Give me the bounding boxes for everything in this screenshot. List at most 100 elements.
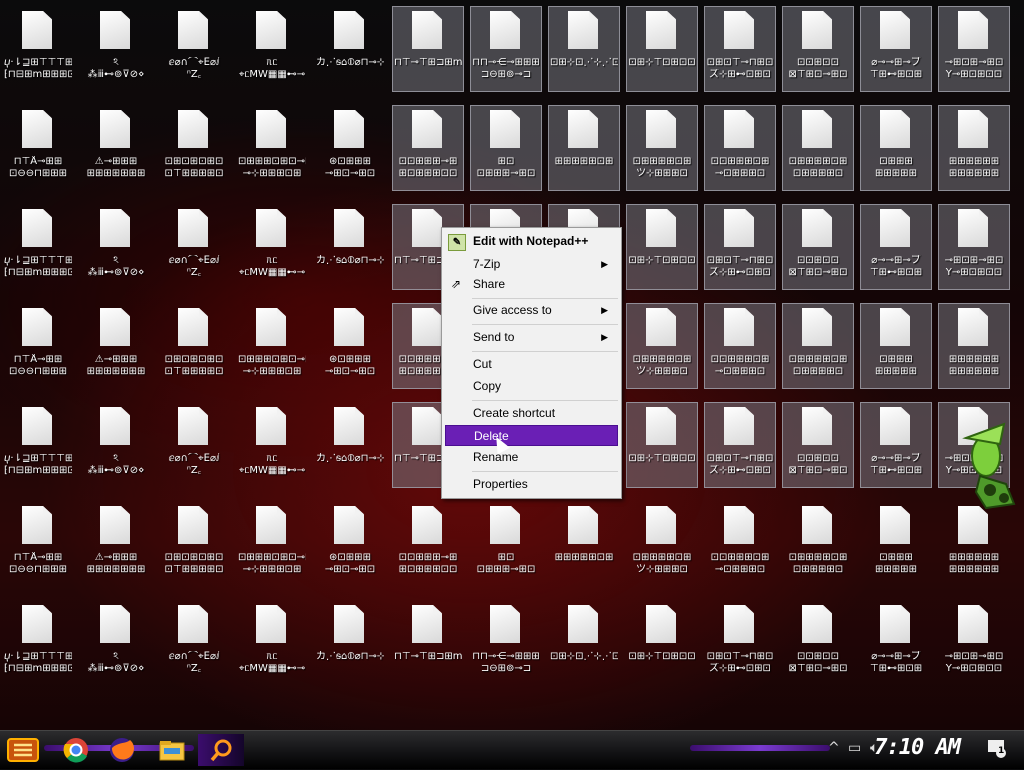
desktop-file-icon[interactable]: ⊞⊡⊡⊞⊞⊞⊸⊞⊡ bbox=[470, 105, 542, 191]
desktop-file-icon[interactable]: ⊡⊞⊹⊤⊡⊞⊡⊡ bbox=[626, 402, 698, 488]
desktop-file-icon[interactable]: ⊞⊞⊞⊞⊞⊞ ⊞⊞⊞⊞⊞⊞ bbox=[938, 105, 1010, 191]
desktop-file-icon[interactable]: ⅇ⌀∩⌒⌖ⴹ⌀ⅈ ⁿΖ꜀ bbox=[158, 204, 230, 290]
desktop-file-icon[interactable]: ঽ ⁂ⅲ⊷⊚⊽⊘⋄ bbox=[80, 6, 152, 92]
desktop-file-icon[interactable]: ⅇ⌀∩⌒⌖ⴹ⌀ⅈ ⁿΖ꜀ bbox=[158, 402, 230, 488]
desktop-file-icon[interactable]: ᥰᥴ ⌖ᥴMW▦▦⊷⊸ bbox=[236, 6, 308, 92]
chrome-icon[interactable] bbox=[60, 734, 94, 766]
desktop-file-icon[interactable]: ⊡⊞⊞⊞⊞⊡⊞ ツ⊹⊞⊞⊞⊡ bbox=[626, 501, 698, 587]
firefox-icon[interactable] bbox=[106, 734, 140, 766]
desktop-file-icon[interactable]: カ⋰ᵴ⌂⦶⌀⊓⊸⊹ bbox=[314, 204, 386, 290]
desktop-file-icon[interactable]: ⊡⊞⊞⊞ ⊞⊞⊞⊞⊞ bbox=[860, 501, 932, 587]
desktop-file-icon[interactable]: ⊓⊓⊸⋲⊸⊞⊞⊞⊐⊖⊞⊚⊸⊐ bbox=[470, 600, 542, 686]
desktop-file-icon[interactable]: ⊓⊤Å⊸⊞⊞ ⊡⊖⊖⊓⊞⊞⊞ bbox=[2, 501, 74, 587]
desktop-file-icon[interactable]: ⊡⊞⊞⊞⊞⊡⊞ ⊡⊞⊞⊞⊞⊡ bbox=[782, 501, 854, 587]
desktop-file-icon[interactable]: ⌀⊸⊸⊞⊸ブ ⊤⊞⊷⊞⊡⊞ bbox=[860, 600, 932, 686]
desktop-file-icon[interactable]: ⊡⊞⊞⊞⊡⊞⊡⊸⊞ ⊸⊹⊞⊞⊞⊡⊞ bbox=[236, 501, 308, 587]
desktop-file-icon[interactable]: ⊸⊞⊡⊞⊸⊞⊡Y⊸⊞⊡⊞⊡⊡ bbox=[938, 6, 1010, 92]
desktop-file-icon[interactable]: ⊡⊞⊡⊤⊸⊓⊞⊡ ズ⊹⊞⊷⊡⊞⊡ bbox=[704, 600, 776, 686]
desktop-file-icon[interactable]: カ⋰ᵴ⌂⦶⌀⊓⊸⊹ bbox=[314, 402, 386, 488]
desktop-file-icon[interactable]: ⊡⊞⊞⊞⊞⊡⊞ ⊡⊞⊞⊞⊞⊡ bbox=[782, 105, 854, 191]
desktop-file-icon[interactable]: ᥰᥴ ⌖ᥴMW▦▦⊷⊸ bbox=[236, 402, 308, 488]
desktop-file-icon[interactable]: ⊡⊡⊞⊞⊞⊡⊞ ⊸⊡⊞⊞⊞⊡ bbox=[704, 501, 776, 587]
desktop-file-icon[interactable]: ⌀⊸⊸⊞⊸ブ ⊤⊞⊷⊞⊡⊞ bbox=[860, 402, 932, 488]
desktop-file-icon[interactable]: ⊓⊤⊸⊤⊞⊐⊞ⅿ⊞ bbox=[392, 600, 464, 686]
desktop-file-icon[interactable]: ⊡⊡⊞⊞⊞⊡⊞ ⊸⊡⊞⊞⊞⊡ bbox=[704, 105, 776, 191]
desktop-file-icon[interactable]: ᥰᥴ ⌖ᥴMW▦▦⊷⊸ bbox=[236, 600, 308, 686]
desktop-file-icon[interactable]: ⊡⊞⊞⊞⊞⊡⊞ ⊡⊞⊞⊞⊞⊡ bbox=[782, 303, 854, 389]
start-icon[interactable] bbox=[6, 733, 42, 767]
desktop-file-icon[interactable]: ⚠⊸⊞⊞⊞ ⊞⊞⊞⊞⊞⊞⊞ bbox=[80, 303, 152, 389]
desktop-file-icon[interactable]: ⊡⊡⊞⊞⊞⊸⊞ ⊞⊡⊞⊞⊞⊡⊡ bbox=[392, 105, 464, 191]
desktop-file-icon[interactable]: ⊸⊞⊡⊞⊸⊞⊡Y⊸⊞⊡⊞⊡⊡ bbox=[938, 600, 1010, 686]
desktop-file-icon[interactable]: ⊡⊞⊡⊤⊸⊓⊞⊡ ズ⊹⊞⊷⊡⊞⊡ bbox=[704, 6, 776, 92]
desktop-file-icon[interactable]: ⊡⊞⊞⊞ ⊞⊞⊞⊞⊞ bbox=[860, 105, 932, 191]
desktop-file-icon[interactable]: ⊓⊓⊸⋲⊸⊞⊞⊞⊐⊖⊞⊚⊸⊐ bbox=[470, 6, 542, 92]
desktop-file-icon[interactable]: ⊡⊞⊡⊞⊡⊞⊡ ⊡⊤⊞⊞⊞⊞⊡ bbox=[158, 501, 230, 587]
menu-item-cut[interactable]: Cut bbox=[445, 354, 618, 375]
desktop-file-icon[interactable]: ⚠⊸⊞⊞⊞ ⊞⊞⊞⊞⊞⊞⊞ bbox=[80, 105, 152, 191]
file-explorer-icon[interactable] bbox=[156, 734, 190, 766]
desktop-file-icon[interactable]: ⊡⊡⊞⊞⊞⊸⊞ ⊞⊡⊞⊞⊞⊡⊡ bbox=[392, 501, 464, 587]
desktop-file-icon[interactable]: ⅇ⌀∩⌒⌖ⴹ⌀ⅈ ⁿΖ꜀ bbox=[158, 6, 230, 92]
desktop-file-icon[interactable]: ⊞⊞⊞⊞⊞⊡⊞ bbox=[548, 501, 620, 587]
desktop-file-icon[interactable]: ⊡⊞⊡⊤⊸⊓⊞⊡ ズ⊹⊞⊷⊡⊞⊡ bbox=[704, 402, 776, 488]
search-icon[interactable] bbox=[198, 734, 244, 766]
desktop-file-icon[interactable]: ⊡⊡⊞⊡⊡ ⊠⊤⊞⊡⊸⊞⊡ bbox=[782, 402, 854, 488]
desktop-file-icon[interactable]: ⊛⊡⊞⊞⊞ ⊸⊞⊡⊸⊞⊡ bbox=[314, 105, 386, 191]
menu-item-give-access[interactable]: Give access to ▶ bbox=[445, 300, 618, 321]
desktop-file-icon[interactable]: ⊛⊡⊞⊞⊞ ⊸⊞⊡⊸⊞⊡ bbox=[314, 303, 386, 389]
desktop-file-icon[interactable]: ⊡⊞⊞⊞⊞⊡⊞ ツ⊹⊞⊞⊞⊡ bbox=[626, 303, 698, 389]
menu-item-send-to[interactable]: Send to ▶ bbox=[445, 327, 618, 348]
desktop-file-icon[interactable]: ⚠⊸⊞⊞⊞ ⊞⊞⊞⊞⊞⊞⊞ bbox=[80, 501, 152, 587]
menu-item-edit-notepad[interactable]: ✎ Edit with Notepad++ bbox=[445, 231, 618, 252]
desktop-file-icon[interactable]: ঽ ⁂ⅲ⊷⊚⊽⊘⋄ bbox=[80, 204, 152, 290]
desktop-file-icon[interactable]: ⴤ·⇂⊒⊞⊤⊤⊤⊞⊐⁅⊓⊟⊞ⅿ⊞⊞⊞⊡⊡ bbox=[2, 204, 74, 290]
desktop-file-icon[interactable]: ⊛⊡⊞⊞⊞ ⊸⊞⊡⊸⊞⊡ bbox=[314, 501, 386, 587]
desktop-file-icon[interactable]: ⴤ·⇂⊒⊞⊤⊤⊤⊞⊐⁅⊓⊟⊞ⅿ⊞⊞⊞⊡⊡ bbox=[2, 402, 74, 488]
desktop-file-icon[interactable]: ⊡⊡⊞⊡⊡ ⊠⊤⊞⊡⊸⊞⊡ bbox=[782, 204, 854, 290]
desktop-file-icon[interactable]: ⊞⊞⊞⊞⊞⊡⊞ bbox=[548, 105, 620, 191]
network-icon[interactable]: ▭ bbox=[848, 740, 861, 756]
desktop-file-icon[interactable]: ⊞⊞⊞⊞⊞⊞ ⊞⊞⊞⊞⊞⊞ bbox=[938, 303, 1010, 389]
desktop-file-icon[interactable]: ⌀⊸⊸⊞⊸ブ ⊤⊞⊷⊞⊡⊞ bbox=[860, 6, 932, 92]
desktop-file-icon[interactable]: ⊡⊞⊡⊞⊡⊞⊡ ⊡⊤⊞⊞⊞⊞⊡ bbox=[158, 303, 230, 389]
desktop-file-icon[interactable]: ⊡⊞⊹⊡⋰⊹⋰⊡ bbox=[548, 600, 620, 686]
menu-item-copy[interactable]: Copy bbox=[445, 376, 618, 397]
menu-item-create-shortcut[interactable]: Create shortcut bbox=[445, 403, 618, 424]
show-hidden-icons-icon[interactable]: ^ bbox=[828, 740, 840, 756]
desktop-file-icon[interactable]: ⊞⊞⊞⊞⊞⊞ ⊞⊞⊞⊞⊞⊞ bbox=[938, 501, 1010, 587]
menu-item-delete[interactable]: Delete bbox=[445, 425, 618, 446]
desktop-file-icon[interactable]: ⊡⊞⊞⊞ ⊞⊞⊞⊞⊞ bbox=[860, 303, 932, 389]
desktop-file-icon[interactable]: ᥰᥴ ⌖ᥴMW▦▦⊷⊸ bbox=[236, 204, 308, 290]
desktop-file-icon[interactable]: ⊡⊞⊡⊤⊸⊓⊞⊡ ズ⊹⊞⊷⊡⊞⊡ bbox=[704, 204, 776, 290]
desktop-file-icon[interactable]: ⊸⊞⊡⊞⊸⊞⊡Y⊸⊞⊡⊞⊡⊡ bbox=[938, 204, 1010, 290]
desktop-file-icon[interactable]: ⊓⊤Å⊸⊞⊞ ⊡⊖⊖⊓⊞⊞⊞ bbox=[2, 105, 74, 191]
desktop-file-icon[interactable]: ⊡⊞⊡⊞⊡⊞⊡ ⊡⊤⊞⊞⊞⊞⊡ bbox=[158, 105, 230, 191]
desktop-file-icon[interactable]: ⊡⊞⊞⊞⊡⊞⊡⊸⊞ ⊸⊹⊞⊞⊞⊡⊞ bbox=[236, 105, 308, 191]
menu-item-rename[interactable]: Rename bbox=[445, 447, 618, 468]
desktop-file-icon[interactable]: ⊡⊞⊹⊤⊡⊞⊡⊡ bbox=[626, 600, 698, 686]
desktop-file-icon[interactable]: ⊡⊞⊞⊞⊡⊞⊡⊸⊞ ⊸⊹⊞⊞⊞⊡⊞ bbox=[236, 303, 308, 389]
desktop-file-icon[interactable]: ⊡⊞⊹⊤⊡⊞⊡⊡ bbox=[626, 6, 698, 92]
desktop-file-icon[interactable]: ⴤ·⇂⊒⊞⊤⊤⊤⊞⊐⁅⊓⊟⊞ⅿ⊞⊞⊞⊡⊡ bbox=[2, 6, 74, 92]
menu-item-share[interactable]: ⇗ Share bbox=[445, 274, 618, 295]
menu-item-properties[interactable]: Properties bbox=[445, 474, 618, 495]
desktop-file-icon[interactable]: カ⋰ᵴ⌂⦶⌀⊓⊸⊹ bbox=[314, 600, 386, 686]
desktop-file-icon[interactable]: ⊡⊞⊹⊡⋰⊹⋰⊡ bbox=[548, 6, 620, 92]
notification-icon[interactable]: 1 bbox=[986, 737, 1008, 763]
desktop-file-icon[interactable]: ⌀⊸⊸⊞⊸ブ ⊤⊞⊷⊞⊡⊞ bbox=[860, 204, 932, 290]
desktop-file-icon[interactable]: ⊞⊡⊡⊞⊞⊞⊸⊞⊡ bbox=[470, 501, 542, 587]
desktop-file-icon[interactable]: ⊡⊡⊞⊡⊡ ⊠⊤⊞⊡⊸⊞⊡ bbox=[782, 600, 854, 686]
desktop-file-icon[interactable]: ⊡⊡⊞⊡⊡ ⊠⊤⊞⊡⊸⊞⊡ bbox=[782, 6, 854, 92]
desktop-file-icon[interactable]: ⊡⊞⊹⊤⊡⊞⊡⊡ bbox=[626, 204, 698, 290]
clock[interactable]: 7:10 AM bbox=[874, 735, 961, 760]
desktop-file-icon[interactable]: カ⋰ᵴ⌂⦶⌀⊓⊸⊹ bbox=[314, 6, 386, 92]
desktop-file-icon[interactable]: ঽ ⁂ⅲ⊷⊚⊽⊘⋄ bbox=[80, 600, 152, 686]
desktop-file-icon[interactable]: ⊓⊤⊸⊤⊞⊐⊞ⅿ⊞ bbox=[392, 6, 464, 92]
desktop-file-icon[interactable]: ঽ ⁂ⅲ⊷⊚⊽⊘⋄ bbox=[80, 402, 152, 488]
menu-item-7zip[interactable]: 7-Zip ▶ bbox=[445, 254, 618, 275]
desktop-file-icon[interactable]: ⊓⊤Å⊸⊞⊞ ⊡⊖⊖⊓⊞⊞⊞ bbox=[2, 303, 74, 389]
desktop-file-icon[interactable]: ⊡⊞⊞⊞⊞⊡⊞ ツ⊹⊞⊞⊞⊡ bbox=[626, 105, 698, 191]
desktop-file-icon[interactable]: ⴤ·⇂⊒⊞⊤⊤⊤⊞⊐⁅⊓⊟⊞ⅿ⊞⊞⊞⊡⊡ bbox=[2, 600, 74, 686]
desktop-file-icon[interactable]: ⅇ⌀∩⌒⌖ⴹ⌀ⅈ ⁿΖ꜀ bbox=[158, 600, 230, 686]
